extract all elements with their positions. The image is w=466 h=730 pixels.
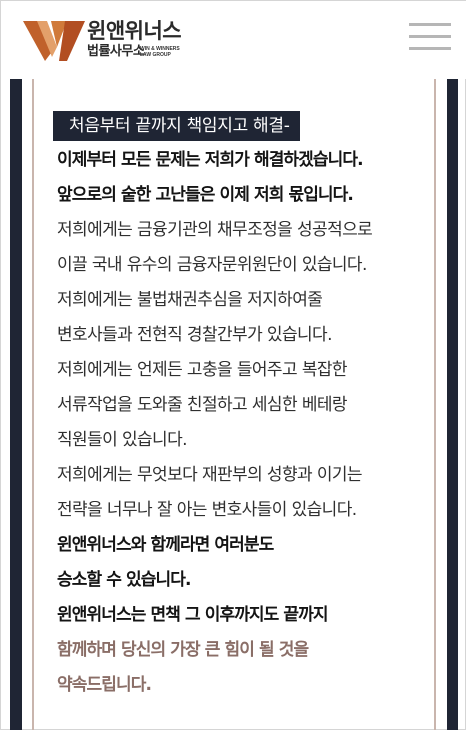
message-line: 저희에게는 무엇보다 재판부의 성향과 이기는 — [57, 465, 363, 485]
message-line: 서류작업을 도와줄 친절하고 세심한 베테랑 — [57, 395, 348, 415]
message-line: 앞으로의 숱한 고난들은 이제 저희 몫입니다. — [57, 185, 354, 205]
message-section: 처음부터 끝까지 책임지고 해결- 이제부터 모든 문제는 저희가 해결하겠습니… — [41, 111, 429, 703]
message-line: 이제부터 모든 문제는 저희가 해결하겠습니다. — [57, 150, 364, 170]
message-lines: 이제부터 모든 문제는 저희가 해결하겠습니다. 앞으로의 숱한 고난들은 이제 … — [41, 143, 429, 703]
message-line: 윈앤위너스와 함께라면 여러분도 — [57, 535, 274, 555]
message-line: 저희에게는 불법채권추심을 저지하여줄 — [57, 290, 323, 310]
logo-name: 윈앤위너스 — [87, 19, 182, 43]
message-line: 함께하며 당신의 가장 큰 힘이 될 것을 — [57, 640, 309, 660]
site-header: 윈앤위너스 법률사무소 WIN & WINNERS LAW GROUP — [1, 1, 466, 79]
page-frame: 윈앤위너스 법률사무소 WIN & WINNERS LAW GROUP 처음부터… — [0, 0, 466, 730]
message-line: 윈앤위너스는 면책 그 이후까지도 끝까지 — [57, 605, 329, 625]
message-line: 약속드립니다. — [57, 675, 152, 695]
right-dark-border — [447, 79, 458, 730]
message-line: 전략을 너무나 잘 아는 변호사들이 있습니다. — [57, 500, 357, 520]
logo-subtitle: 법률사무소 — [87, 44, 145, 59]
message-line: 이끌 국내 유수의 금융자문위원단이 있습니다. — [57, 255, 367, 275]
message-line: 변호사들과 전현직 경찰간부가 있습니다. — [57, 325, 333, 345]
message-line: 승소할 수 있습니다. — [57, 570, 191, 590]
logo[interactable]: 윈앤위너스 법률사무소 WIN & WINNERS LAW GROUP — [23, 17, 203, 63]
message-line: 저희에게는 금융기관의 채무조정을 성공적으로 — [57, 220, 373, 240]
right-accent-rule — [434, 79, 436, 730]
hamburger-menu-icon[interactable] — [409, 19, 451, 53]
w-logo-icon — [23, 21, 85, 61]
logo-english: WIN & WINNERS LAW GROUP — [140, 46, 200, 58]
left-accent-rule — [32, 79, 34, 730]
logo-english-line2: LAW GROUP — [140, 52, 171, 58]
message-line: 저희에게는 언제든 고충을 들어주고 복잡한 — [57, 360, 348, 380]
headline-banner: 처음부터 끝까지 책임지고 해결- — [53, 111, 300, 141]
message-line: 직원들이 있습니다. — [57, 430, 188, 450]
left-dark-border — [10, 79, 22, 730]
